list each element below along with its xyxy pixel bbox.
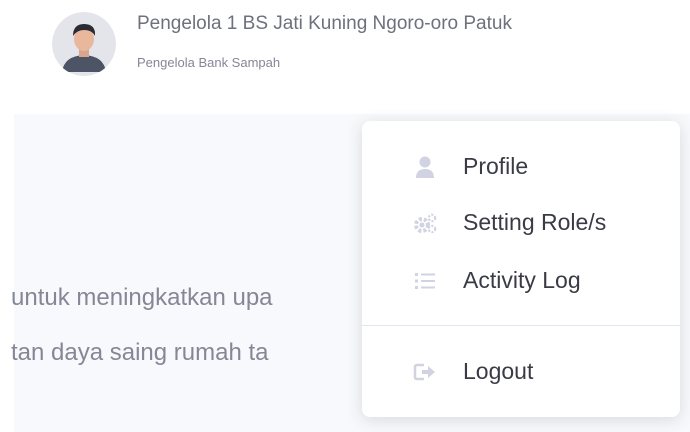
sign-out-icon	[413, 363, 435, 381]
menu-item-label: Setting Role/s	[463, 209, 607, 235]
list-icon	[415, 273, 435, 289]
menu-item-label: Profile	[463, 153, 529, 179]
setting-roles-menu-item[interactable]: Setting Role/s	[362, 195, 680, 251]
cogs-icon	[414, 213, 437, 234]
user-role: Pengelola Bank Sampah	[137, 55, 281, 70]
user-name[interactable]: Pengelola 1 BS Jati Kuning Ngoro-oro Pat…	[137, 13, 512, 35]
profile-menu-item[interactable]: Profile	[362, 139, 680, 195]
logout-menu-item[interactable]: Logout	[362, 344, 680, 400]
menu-item-label: Activity Log	[463, 267, 581, 293]
content-text-line: untuk meningkatkan upa	[11, 284, 273, 311]
content-text-line: tan daya saing rumah ta	[11, 339, 269, 366]
avatar-icon	[52, 12, 116, 76]
user-icon	[416, 156, 434, 178]
dropdown-divider	[362, 325, 680, 326]
user-avatar[interactable]	[52, 12, 116, 76]
activity-log-menu-item[interactable]: Activity Log	[362, 253, 680, 309]
menu-item-label: Logout	[463, 358, 534, 384]
topbar: Pengelola 1 BS Jati Kuning Ngoro-oro Pat…	[0, 0, 690, 114]
user-dropdown-menu: Profile Setting Role/s Activity Log Logo…	[362, 121, 680, 417]
